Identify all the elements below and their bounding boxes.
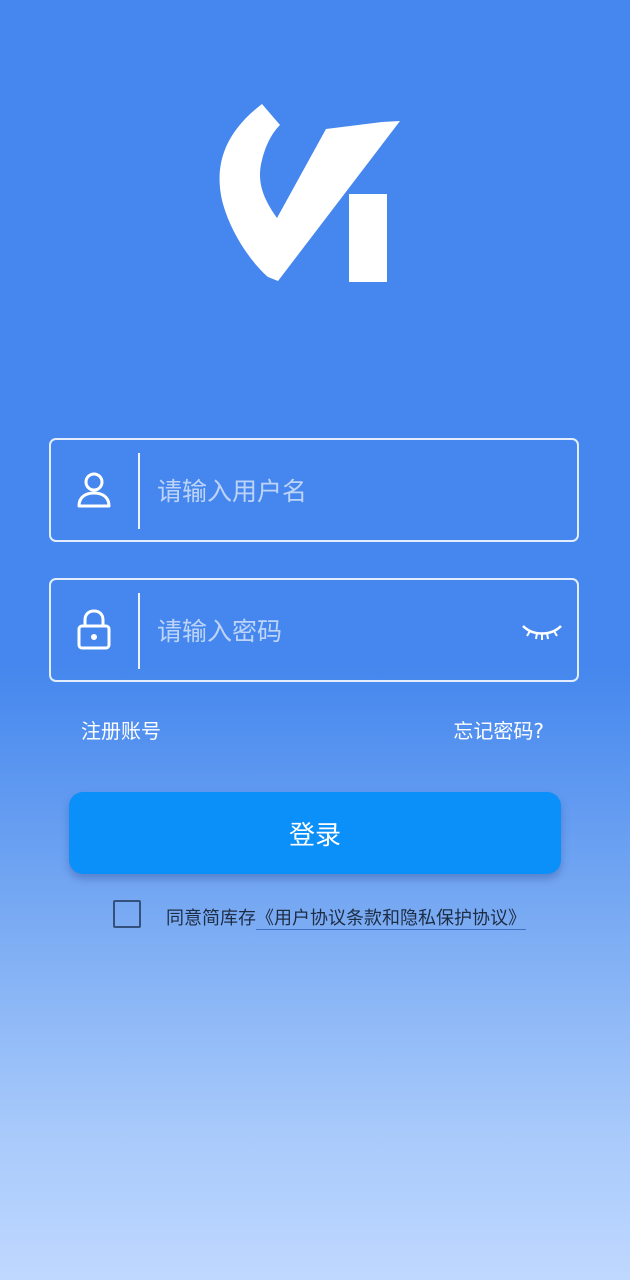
login-button[interactable]: 登录 bbox=[69, 792, 561, 874]
register-link[interactable]: 注册账号 bbox=[81, 715, 161, 744]
user-icon bbox=[77, 472, 111, 508]
login-screen: 注册账号 忘记密码? 登录 同意简库存《用户协议条款和隐私保护协议》 bbox=[0, 0, 630, 1280]
agreement-prefix: 同意简库存 bbox=[166, 908, 256, 929]
password-field bbox=[49, 578, 579, 682]
app-logo bbox=[219, 104, 400, 282]
forgot-password-link[interactable]: 忘记密码? bbox=[453, 715, 544, 744]
lock-icon bbox=[77, 609, 111, 650]
eye-closed-icon[interactable] bbox=[521, 618, 563, 642]
username-input[interactable] bbox=[157, 464, 497, 518]
username-field bbox=[49, 438, 579, 542]
agreement-text: 同意简库存《用户协议条款和隐私保护协议》 bbox=[166, 904, 526, 930]
username-divider bbox=[138, 453, 140, 529]
agreement-checkbox[interactable] bbox=[113, 900, 141, 928]
terms-link[interactable]: 《用户协议条款和隐私保护协议》 bbox=[256, 908, 526, 930]
password-input[interactable] bbox=[157, 604, 497, 658]
password-divider bbox=[138, 593, 140, 669]
